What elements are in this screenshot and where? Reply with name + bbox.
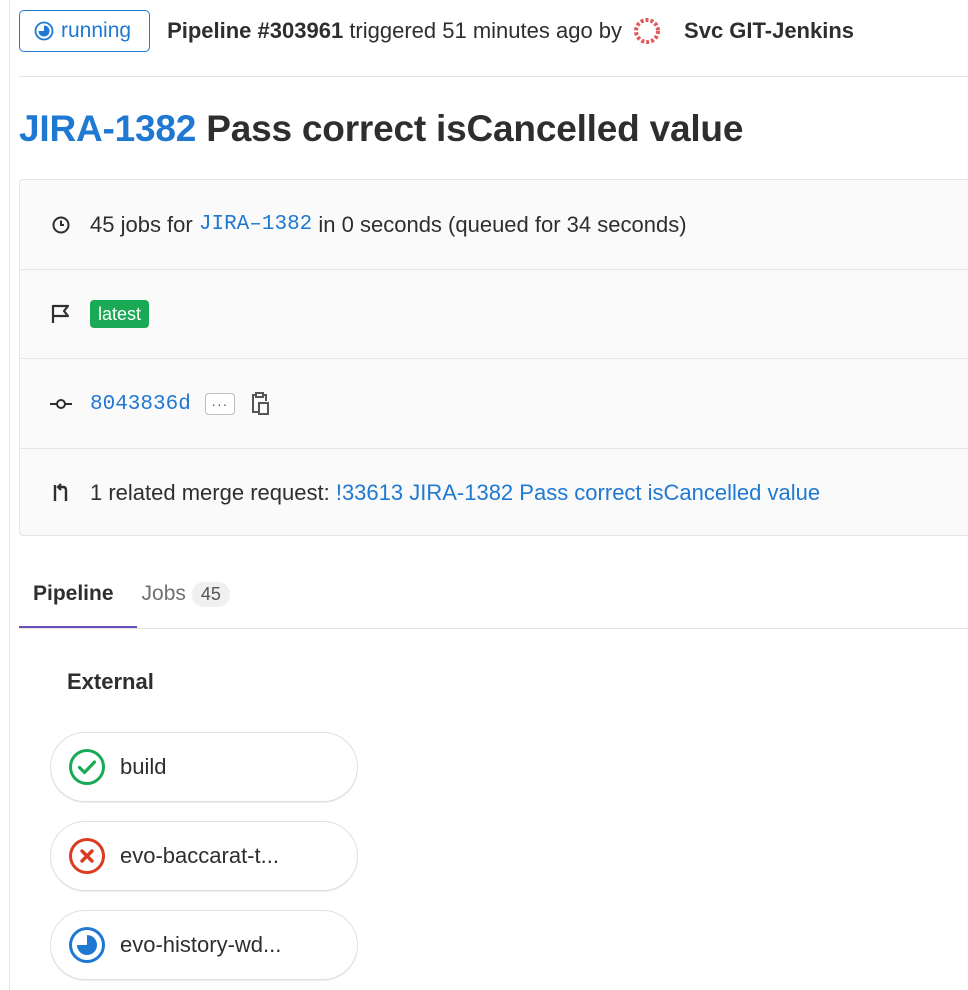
merge-request-icon — [49, 481, 73, 505]
clock-icon — [49, 213, 73, 237]
tab-jobs[interactable]: Jobs 45 — [128, 560, 244, 628]
title-issue-link[interactable]: JIRA-1382 — [19, 108, 196, 149]
latest-badge: latest — [90, 300, 150, 328]
failed-icon — [68, 837, 106, 875]
merge-request-row: 1 related merge request: !33613 JIRA-138… — [20, 449, 968, 537]
avatar[interactable] — [632, 16, 662, 46]
pipeline-id: Pipeline #303961 — [167, 18, 344, 43]
page-title: JIRA-1382 Pass correct isCancelled value — [19, 108, 743, 150]
success-icon — [68, 748, 106, 786]
job-name: build — [120, 754, 167, 779]
pipeline-tabs: Pipeline Jobs 45 — [19, 560, 244, 628]
merge-request-link[interactable]: !33613 JIRA-1382 Pass correct isCancelle… — [336, 480, 820, 506]
running-icon — [34, 21, 54, 41]
jobs-count-badge: 45 — [191, 581, 230, 607]
stage-title: External — [67, 669, 154, 694]
tab-jobs-label: Jobs — [141, 582, 186, 605]
pipeline-header: running Pipeline #303961 triggered 51 mi… — [19, 10, 854, 52]
jobs-suffix: in 0 seconds (queued for 34 seconds) — [318, 211, 687, 237]
active-tab-indicator — [19, 626, 137, 628]
copy-icon[interactable] — [249, 391, 271, 417]
status-badge[interactable]: running — [19, 10, 151, 52]
flag-icon — [49, 302, 73, 326]
mr-prefix: 1 related merge request: — [90, 480, 330, 505]
commit-sha-link[interactable]: 8043836d — [90, 393, 191, 416]
tabs-divider — [19, 628, 968, 629]
job-name: evo-history-wd... — [120, 932, 282, 957]
jobs-summary-row: 45 jobs for JIRA–1382 in 0 seconds (queu… — [20, 180, 968, 269]
header-divider — [19, 76, 968, 77]
tags-row: latest — [20, 270, 968, 358]
running-icon — [68, 926, 106, 964]
expand-commit-button[interactable]: ··· — [204, 393, 235, 415]
tab-pipeline-label: Pipeline — [33, 582, 114, 605]
user-name[interactable]: Svc GIT-Jenkins — [684, 18, 854, 44]
job-evo-history[interactable]: evo-history-wd... — [50, 910, 358, 980]
commit-icon — [49, 392, 73, 416]
status-label: running — [61, 19, 132, 42]
tab-pipeline[interactable]: Pipeline — [19, 560, 128, 628]
commit-row: 8043836d ··· — [20, 359, 968, 449]
job-evo-baccarat[interactable]: evo-baccarat-t... — [50, 821, 358, 891]
pipeline-info-box: 45 jobs for JIRA–1382 in 0 seconds (queu… — [19, 179, 968, 536]
left-border — [9, 0, 10, 990]
job-name: evo-baccarat-t... — [120, 843, 279, 868]
job-build[interactable]: build — [50, 732, 358, 802]
pipeline-info: Pipeline #303961 triggered 51 minutes ag… — [167, 16, 854, 46]
branch-link[interactable]: JIRA–1382 — [199, 213, 312, 236]
title-text: Pass correct isCancelled value — [206, 108, 744, 149]
triggered-text: triggered 51 minutes ago by — [349, 18, 623, 43]
jobs-prefix: 45 jobs for — [90, 211, 193, 237]
